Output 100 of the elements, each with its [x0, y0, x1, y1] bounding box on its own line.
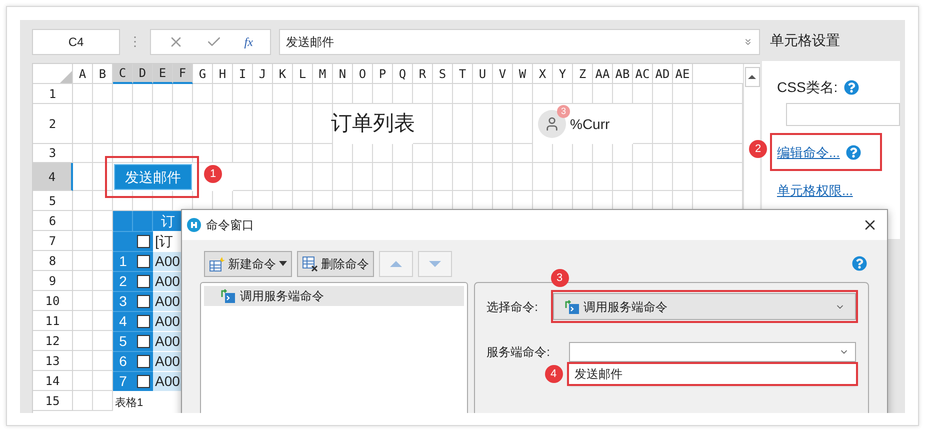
column-header[interactable]: C: [113, 64, 133, 84]
row-header[interactable]: 10: [33, 291, 73, 311]
sheet-cell[interactable]: [93, 191, 113, 211]
column-header[interactable]: AE: [673, 64, 693, 84]
move-down-button[interactable]: [418, 250, 452, 276]
up-arrow-icon[interactable]: [748, 75, 756, 79]
sheet-cell[interactable]: [433, 104, 453, 144]
sheet-cell[interactable]: [453, 144, 473, 163]
row-header[interactable]: 2: [33, 104, 73, 144]
sheet-cell[interactable]: [393, 144, 413, 163]
sheet-cell[interactable]: [593, 163, 613, 191]
sheet-cell[interactable]: [73, 144, 93, 163]
sheet-cell[interactable]: [73, 163, 93, 191]
sheet-cell[interactable]: [153, 104, 173, 144]
sheet-cell[interactable]: [513, 104, 533, 144]
sheet-cell[interactable]: [533, 84, 553, 104]
command-list-item[interactable]: 调用服务端命令: [204, 286, 464, 306]
sheet-cell[interactable]: [393, 84, 413, 104]
sheet-cell[interactable]: [353, 84, 373, 104]
sheet-cell[interactable]: [673, 144, 693, 163]
sheet-cell[interactable]: [73, 291, 93, 311]
sheet-cell[interactable]: [93, 231, 113, 251]
sheet-cell[interactable]: [633, 144, 653, 163]
sheet-cell[interactable]: [233, 84, 253, 104]
sheet-cell[interactable]: [93, 163, 113, 191]
command-dropdown[interactable]: 调用服务端命令: [552, 293, 856, 320]
move-up-button[interactable]: [379, 250, 413, 276]
sheet-cell[interactable]: [673, 84, 693, 104]
column-header[interactable]: I: [233, 64, 253, 84]
sheet-cell[interactable]: [253, 104, 273, 144]
sheet-cell[interactable]: [73, 311, 93, 331]
column-header[interactable]: S: [433, 64, 453, 84]
sheet-cell[interactable]: [673, 163, 693, 191]
sheet-cell[interactable]: [233, 104, 253, 144]
checkbox[interactable]: [136, 275, 150, 288]
sheet-cell[interactable]: [73, 351, 93, 371]
sheet-cell[interactable]: [93, 391, 113, 411]
column-header[interactable]: J: [253, 64, 273, 84]
sheet-cell[interactable]: [73, 331, 93, 351]
checkbox[interactable]: [136, 335, 150, 348]
sheet-cell[interactable]: [93, 104, 113, 144]
sheet-cell[interactable]: [153, 191, 173, 211]
sheet-cell[interactable]: [553, 163, 573, 191]
sheet-cell[interactable]: [473, 144, 493, 163]
sheet-cell[interactable]: [93, 211, 113, 231]
function-button[interactable]: fx: [244, 32, 253, 50]
sheet-cell[interactable]: [73, 371, 93, 391]
sheet-cell[interactable]: [133, 84, 153, 104]
sheet-cell[interactable]: [293, 163, 313, 191]
sheet-cell[interactable]: [253, 144, 273, 163]
sheet-cell[interactable]: [593, 84, 613, 104]
column-header[interactable]: A: [73, 64, 93, 84]
sheet-cell[interactable]: [533, 144, 553, 163]
sheet-cell[interactable]: [633, 163, 653, 191]
sheet-cell[interactable]: [453, 104, 473, 144]
column-header[interactable]: AC: [633, 64, 653, 84]
sheet-cell[interactable]: [93, 144, 113, 163]
sheet-cell[interactable]: [573, 163, 593, 191]
column-header[interactable]: AD: [653, 64, 673, 84]
sheet-cell[interactable]: [253, 163, 273, 191]
sheet-cell[interactable]: [493, 104, 513, 144]
sheet-cell[interactable]: [413, 163, 433, 191]
sheet-cell[interactable]: [133, 104, 153, 144]
sheet-cell[interactable]: [73, 391, 93, 411]
sheet-cell[interactable]: [513, 163, 533, 191]
sheet-cell[interactable]: [313, 163, 333, 191]
row-header[interactable]: 13: [33, 351, 73, 371]
sheet-cell[interactable]: [413, 104, 433, 144]
help-icon[interactable]: [852, 256, 867, 271]
sheet-cell[interactable]: [73, 191, 93, 211]
sheet-cell[interactable]: [473, 163, 493, 191]
row-header[interactable]: 14: [33, 371, 73, 391]
column-header[interactable]: G: [193, 64, 213, 84]
column-header[interactable]: B: [93, 64, 113, 84]
help-icon[interactable]: [844, 80, 859, 95]
edit-command-link[interactable]: 编辑命令...: [777, 143, 840, 162]
sheet-cell[interactable]: [393, 163, 413, 191]
sheet-cell[interactable]: [293, 144, 313, 163]
sheet-cell[interactable]: [153, 84, 173, 104]
sheet-cell[interactable]: [513, 144, 533, 163]
column-header[interactable]: D: [133, 64, 153, 84]
sheet-cell[interactable]: [433, 163, 453, 191]
sheet-cell[interactable]: [253, 84, 273, 104]
sheet-cell[interactable]: [193, 144, 213, 163]
row-header[interactable]: 3: [33, 144, 73, 163]
sheet-cell[interactable]: [173, 84, 193, 104]
row-header[interactable]: 12: [33, 331, 73, 351]
sheet-cell[interactable]: [573, 84, 593, 104]
sheet-cell[interactable]: [93, 331, 113, 351]
sheet-cell[interactable]: [653, 163, 673, 191]
column-header[interactable]: AB: [613, 64, 633, 84]
column-header[interactable]: W: [513, 64, 533, 84]
checkbox[interactable]: [136, 295, 150, 308]
sheet-cell[interactable]: [533, 163, 553, 191]
sheet-cell[interactable]: [313, 144, 333, 163]
sheet-cell[interactable]: [693, 144, 743, 163]
dropdown-option[interactable]: 发送邮件: [568, 364, 856, 384]
formula-field[interactable]: 发送邮件: [279, 28, 760, 54]
sheet-cell[interactable]: [313, 104, 333, 144]
column-header[interactable]: Q: [393, 64, 413, 84]
